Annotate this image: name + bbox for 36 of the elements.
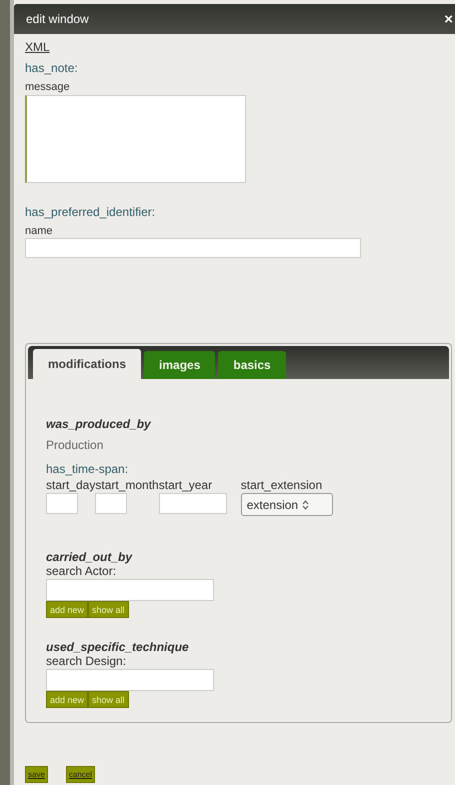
- field-label: start_month: [95, 478, 159, 492]
- tab[interactable]: images: [144, 351, 216, 379]
- field-label: search Actor:: [46, 564, 116, 578]
- xml-link[interactable]: XML: [25, 40, 50, 54]
- name-field[interactable]: [25, 238, 361, 258]
- date-input[interactable]: [95, 493, 128, 514]
- action-button[interactable]: add new: [46, 601, 88, 618]
- section-title: used_specific_technique: [46, 640, 189, 654]
- field-label: start_day: [46, 478, 96, 492]
- section-title: carried_out_by: [46, 550, 132, 564]
- field-label: name: [25, 225, 53, 237]
- date-input[interactable]: [158, 493, 227, 514]
- section-label: has_preferred_identifier:: [25, 205, 156, 219]
- action-button[interactable]: add new: [46, 691, 88, 708]
- dropdown-icon: [302, 500, 310, 510]
- action-button[interactable]: show all: [88, 601, 129, 618]
- date-input[interactable]: [46, 493, 78, 514]
- extension-select[interactable]: extension: [240, 493, 333, 516]
- tab[interactable]: basics: [218, 351, 286, 379]
- field-label: start_year: [158, 478, 214, 492]
- message-field[interactable]: [25, 95, 246, 183]
- field-label: search Design:: [46, 654, 126, 668]
- close-button[interactable]: ×: [442, 10, 455, 28]
- type-label: Production: [46, 438, 104, 452]
- tab[interactable]: modifications: [33, 349, 142, 379]
- footer-button[interactable]: save: [25, 766, 48, 783]
- action-button[interactable]: show all: [88, 691, 129, 708]
- field-label: message: [25, 81, 70, 93]
- window-title: edit window: [26, 12, 89, 26]
- search-field[interactable]: [46, 669, 214, 691]
- search-field[interactable]: [46, 579, 214, 601]
- section-label: has_time-span:: [46, 462, 128, 476]
- section-title: was_produced_by: [46, 417, 151, 431]
- section-label: has_note:: [25, 61, 78, 75]
- field-label: start_extension: [240, 478, 324, 492]
- footer-button[interactable]: cancel: [66, 766, 96, 783]
